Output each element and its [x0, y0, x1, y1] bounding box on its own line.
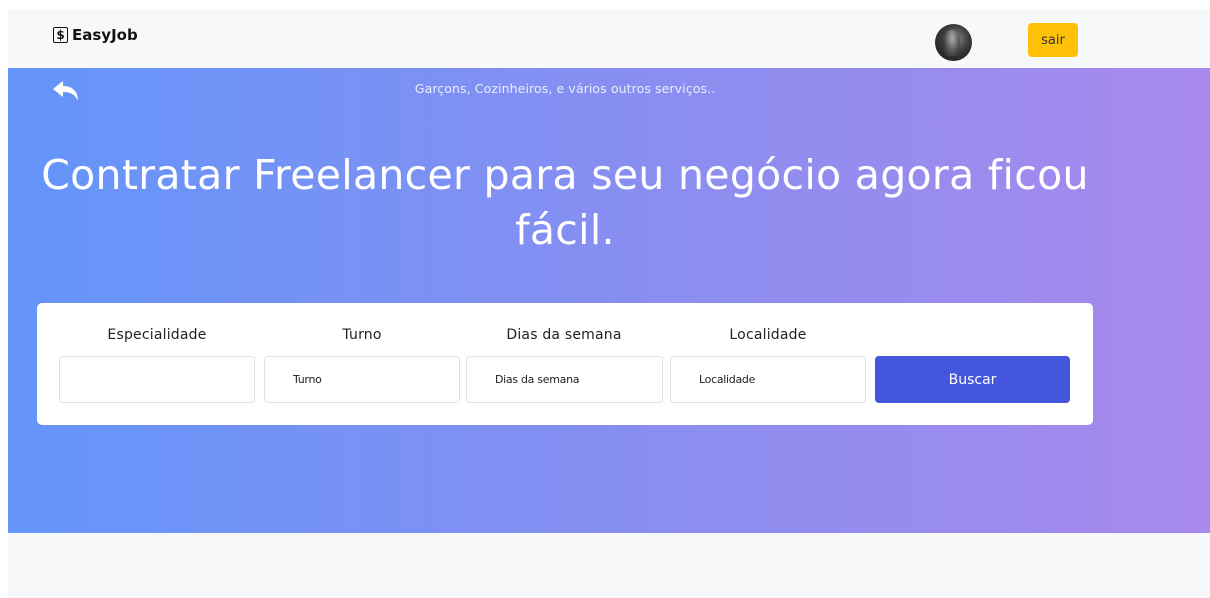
shift-label: Turno	[342, 327, 382, 343]
page: $ EasyJob sair Garçons, Cozinheiros, e v…	[8, 9, 1210, 598]
logout-button[interactable]: sair	[1028, 23, 1078, 57]
location-input[interactable]	[670, 356, 866, 403]
days-label: Dias da semana	[506, 327, 622, 343]
dollar-box-icon: $	[53, 27, 68, 43]
location-label: Localidade	[729, 327, 807, 343]
search-card: Especialidade Turno Dias da semana Local…	[37, 303, 1093, 425]
hero-title: Contratar Freelancer para seu negócio ag…	[41, 151, 1089, 254]
brand-logo[interactable]: $ EasyJob	[53, 26, 138, 44]
days-input[interactable]	[466, 356, 663, 403]
hero-subtitle: Garçons, Cozinheiros, e vários outros se…	[414, 81, 716, 96]
shift-input[interactable]	[264, 356, 460, 403]
specialty-input[interactable]	[59, 356, 255, 403]
navbar: $ EasyJob sair	[8, 9, 1210, 68]
hero-section: Garçons, Cozinheiros, e vários outros se…	[8, 68, 1210, 533]
search-button[interactable]: Buscar	[875, 356, 1070, 403]
brand-name: EasyJob	[72, 26, 138, 44]
avatar[interactable]	[935, 24, 972, 61]
specialty-label: Especialidade	[107, 327, 207, 343]
